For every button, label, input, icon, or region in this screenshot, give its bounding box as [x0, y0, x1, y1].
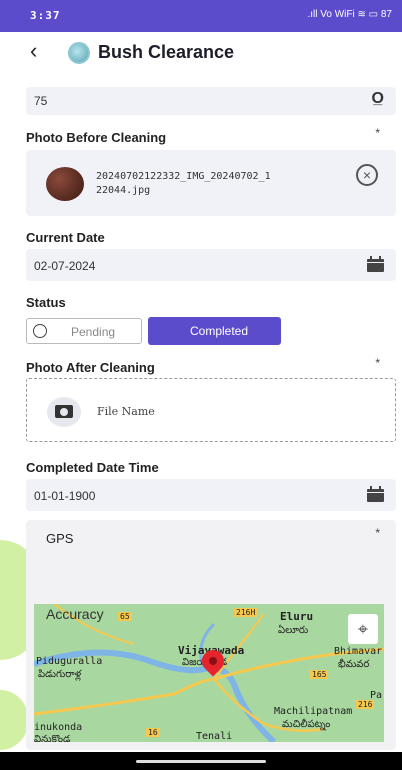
app-bar: ‹ Bush Clearance — [0, 32, 402, 76]
city-label-te: భీమవర — [338, 659, 370, 670]
current-date-value: 02-07-2024 — [34, 259, 96, 273]
status-label: Status — [26, 295, 66, 310]
city-label: Tenali — [196, 731, 233, 742]
back-arrow-icon[interactable]: ‹ — [30, 38, 37, 64]
id-field-value: 75 — [34, 94, 48, 108]
gps-locate-icon[interactable]: ⌖ — [348, 614, 378, 644]
current-date-label: Current Date — [26, 230, 105, 245]
completed-date-value: 01-01-1900 — [34, 489, 96, 503]
calendar-icon[interactable] — [367, 486, 384, 502]
completed-label: Completed — [190, 324, 249, 338]
pending-label: Pending — [71, 325, 116, 339]
photo-before-label: Photo Before Cleaning — [26, 130, 167, 145]
status-option-pending[interactable]: Pending — [26, 318, 142, 344]
search-location-icon[interactable]: O̲ — [372, 90, 384, 108]
status-time: 3:37 — [30, 9, 61, 22]
map-pin-dot — [209, 657, 217, 665]
gps-label: GPS — [46, 531, 74, 546]
required-marker: * — [375, 526, 380, 540]
home-indicator[interactable] — [136, 760, 266, 763]
city-label-te: మచిలీపట్నం — [282, 719, 331, 730]
completed-date-label: Completed Date Time — [26, 460, 159, 475]
status-bar: 3:37 .ıll Vo WiFi ≋ ▭ 87 — [0, 0, 402, 32]
city-label-te: వినుకొండ — [34, 734, 71, 742]
calendar-icon[interactable] — [367, 256, 384, 272]
road-marker: 165 — [310, 670, 329, 679]
current-date-field[interactable]: 02-07-2024 — [26, 249, 396, 281]
required-marker: * — [375, 126, 380, 140]
camera-lens — [60, 408, 68, 416]
road-marker: 16 — [146, 728, 160, 737]
map-label: Accuracy — [46, 606, 104, 622]
city-label-te: ఏలూరు — [278, 625, 309, 636]
status-option-completed[interactable]: Completed — [148, 317, 281, 345]
city-label: Bhimavar — [334, 646, 383, 657]
decorative-shape — [0, 690, 28, 750]
road-marker: 216 — [356, 700, 375, 709]
photo-after-upload[interactable]: File Name — [26, 378, 396, 442]
city-label: Machilipatnam — [274, 706, 353, 717]
page-title: Bush Clearance — [98, 42, 235, 62]
radio-icon — [33, 324, 47, 338]
app-logo-icon — [68, 42, 90, 64]
city-label: Piduguralla — [36, 656, 103, 667]
file-name-placeholder: File Name — [97, 405, 155, 418]
photo-before-filename-cont: 22044.jpg — [96, 185, 151, 196]
remove-photo-icon[interactable]: × — [356, 164, 378, 186]
photo-after-label: Photo After Cleaning — [26, 360, 155, 375]
required-marker: * — [375, 356, 380, 370]
photo-thumbnail[interactable] — [46, 167, 84, 201]
city-label-te: పిడుగురాళ్ల — [38, 669, 82, 680]
photo-before-filename: 20240702122332_IMG_20240702_1 — [96, 171, 271, 182]
completed-date-field[interactable]: 01-01-1900 — [26, 479, 396, 511]
gps-map[interactable]: Accuracy 65 216H Eluru ఏలూరు ⌖ Vijayawad… — [34, 604, 384, 742]
road-marker: 216H — [234, 608, 258, 617]
city-label: Eluru — [280, 610, 314, 623]
road-marker: 65 — [118, 612, 132, 621]
status-icons: .ıll Vo WiFi ≋ ▭ 87 — [307, 9, 392, 20]
city-label: inukonda — [34, 722, 83, 733]
id-field[interactable]: 75 O̲ — [26, 87, 396, 115]
system-nav-bar — [0, 752, 402, 770]
photo-before-card: 20240702122332_IMG_20240702_1 22044.jpg … — [26, 150, 396, 216]
